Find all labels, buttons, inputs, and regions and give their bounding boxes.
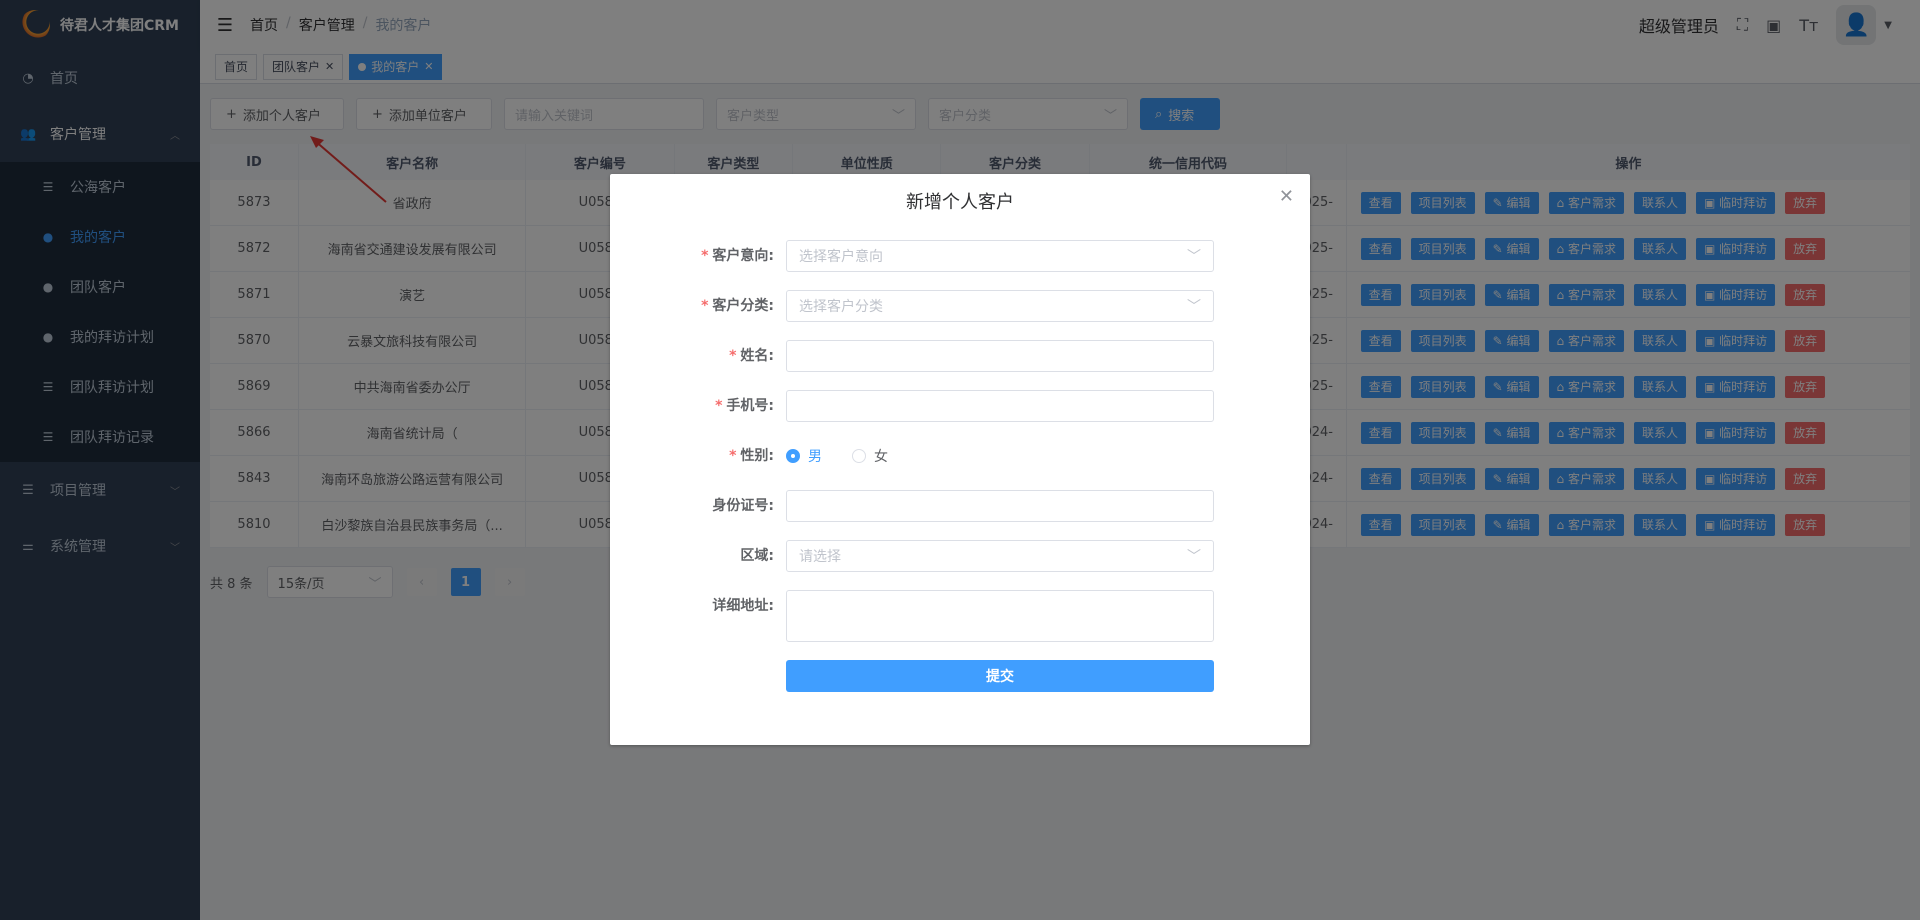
gender-female-radio[interactable]: 女 — [852, 446, 888, 466]
select-placeholder: 选择客户分类 — [799, 299, 883, 315]
select-placeholder: 请选择 — [799, 549, 841, 565]
required-mark: * — [729, 348, 737, 364]
idcard-input[interactable] — [786, 490, 1214, 522]
required-mark: * — [729, 448, 737, 464]
form-label: * 客户意向: — [610, 240, 786, 272]
address-textarea[interactable] — [786, 590, 1214, 642]
chevron-down-icon: ﹀ — [1187, 249, 1201, 265]
form-row-idcard: 身份证号: — [610, 490, 1310, 522]
customer-intent-select[interactable]: 选择客户意向 ﹀ — [786, 240, 1214, 272]
form-row-address: 详细地址: — [610, 590, 1310, 642]
radio-checked-icon — [786, 449, 800, 463]
required-mark: * — [701, 248, 709, 264]
required-mark: * — [715, 398, 723, 414]
label-text: 姓名: — [740, 348, 774, 364]
form-row-name: * 姓名: — [610, 340, 1310, 372]
name-input[interactable] — [786, 340, 1214, 372]
add-person-dialog: 新增个人客户 ✕ * 客户意向: 选择客户意向 ﹀ * 客户分类: 选择客户分类 ﹀… — [610, 174, 1310, 745]
form-label: * 姓名: — [610, 340, 786, 372]
radio-label: 男 — [808, 449, 822, 465]
required-mark: * — [701, 298, 709, 314]
customer-category-select[interactable]: 选择客户分类 ﹀ — [786, 290, 1214, 322]
form-row-intent: * 客户意向: 选择客户意向 ﹀ — [610, 240, 1310, 272]
gender-radio-group: 男 女 — [786, 440, 888, 472]
label-text: 客户意向: — [712, 248, 774, 264]
gender-male-radio[interactable]: 男 — [786, 446, 822, 466]
dialog-title: 新增个人客户 — [906, 192, 1014, 213]
label-text: 客户分类: — [712, 298, 774, 314]
radio-unchecked-icon — [852, 449, 866, 463]
radio-label: 女 — [874, 449, 888, 465]
form-label: 区域: — [740, 548, 774, 564]
add-person-form: * 客户意向: 选择客户意向 ﹀ * 客户分类: 选择客户分类 ﹀ * 姓名: * 手机… — [610, 228, 1310, 692]
close-icon[interactable]: ✕ — [1279, 186, 1294, 207]
chevron-down-icon: ﹀ — [1187, 299, 1201, 315]
chevron-down-icon: ﹀ — [1187, 549, 1201, 565]
form-row-gender: * 性别: 男 女 — [610, 440, 1310, 472]
form-row-phone: * 手机号: — [610, 390, 1310, 422]
form-label: * 性别: — [610, 440, 786, 472]
select-placeholder: 选择客户意向 — [799, 249, 883, 265]
form-label: * 手机号: — [610, 390, 786, 422]
submit-button[interactable]: 提交 — [786, 660, 1214, 692]
label-text: 性别: — [740, 448, 774, 464]
form-label: 身份证号: — [712, 498, 774, 514]
form-label: 详细地址: — [712, 598, 774, 614]
form-row-category: * 客户分类: 选择客户分类 ﹀ — [610, 290, 1310, 322]
phone-input[interactable] — [786, 390, 1214, 422]
region-cascader[interactable]: 请选择 ﹀ — [786, 540, 1214, 572]
form-label: * 客户分类: — [610, 290, 786, 322]
label-text: 手机号: — [726, 398, 774, 414]
form-row-region: 区域: 请选择 ﹀ — [610, 540, 1310, 572]
